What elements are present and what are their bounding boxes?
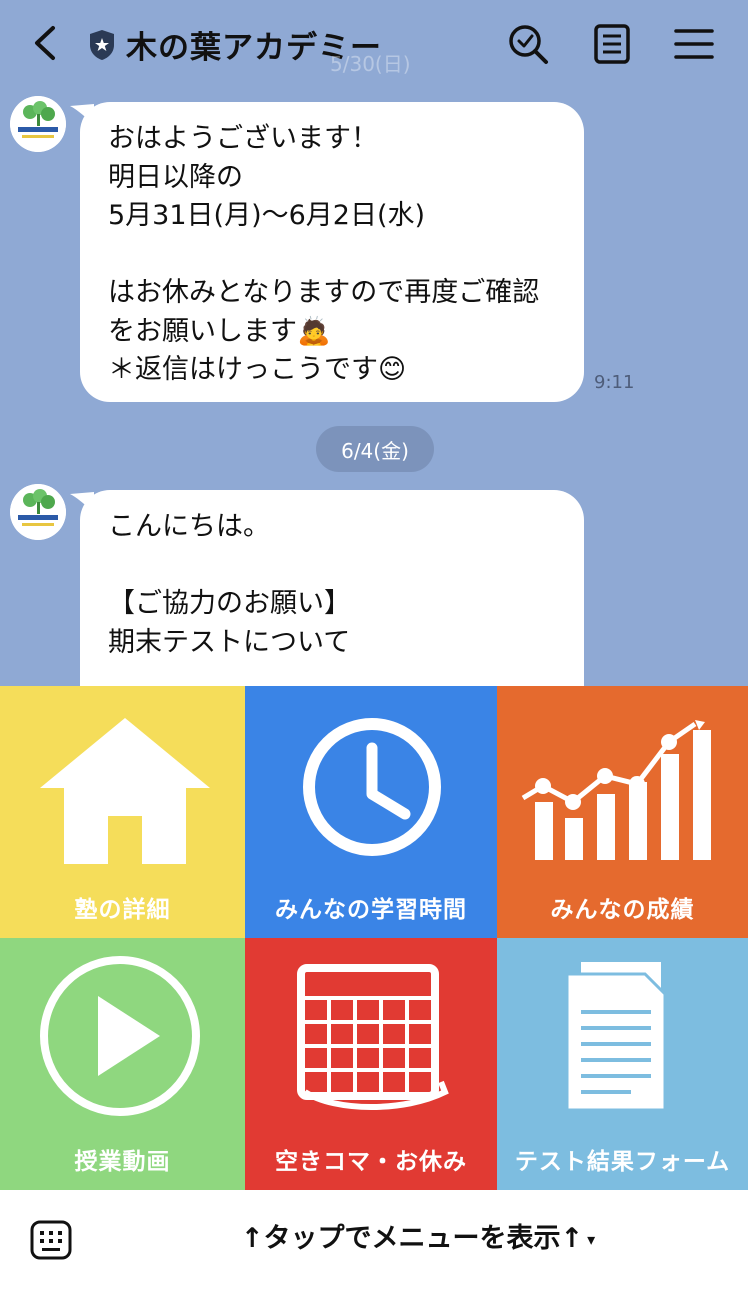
message-time: 9:11	[594, 372, 635, 393]
menu-tile-label: 塾の詳細	[74, 897, 171, 923]
bottom-bar: ↑タップでメニューを表示↑ ▾	[0, 1190, 748, 1292]
menu-tile-test-results-form[interactable]: テスト結果フォーム	[497, 938, 748, 1190]
menu-toggle-label: ↑タップでメニューを表示↑	[240, 1223, 584, 1254]
menu-tile-study-time[interactable]: みんなの学習時間	[245, 686, 497, 938]
chevron-left-icon[interactable]	[26, 20, 66, 66]
rich-menu: 塾の詳細 みんなの学習時間 みんなの成績 授業動画 空きコマ・お休み テスト結果…	[0, 686, 748, 1190]
sender-avatar[interactable]	[10, 484, 66, 540]
document-icon	[565, 962, 667, 1112]
clock-icon	[303, 718, 441, 856]
calendar-icon	[297, 964, 449, 1110]
academy-logo-icon	[10, 484, 66, 540]
menu-tile-open-slots[interactable]: 空きコマ・お休み	[245, 938, 497, 1190]
search-icon[interactable]	[506, 22, 550, 66]
bar-chart-icon	[521, 720, 711, 860]
house-icon	[40, 718, 210, 864]
official-shield-icon	[90, 29, 114, 60]
menu-tile-label: 授業動画	[74, 1149, 171, 1175]
academy-logo-icon	[10, 96, 66, 152]
menu-tile-label: 空きコマ・お休み	[275, 1149, 467, 1175]
hamburger-icon[interactable]	[672, 22, 716, 66]
ghost-date-label: 5/30(日)	[330, 52, 411, 76]
caret-down-icon: ▾	[587, 1230, 596, 1249]
chat-header: 木の葉アカデミー 5/30(日)	[0, 0, 748, 88]
menu-tile-label: みんなの学習時間	[275, 897, 467, 923]
menu-tile-label: みんなの成績	[550, 897, 695, 923]
play-icon	[40, 956, 200, 1116]
sender-avatar[interactable]	[10, 96, 66, 152]
menu-toggle-button[interactable]: ↑タップでメニューを表示↑ ▾	[0, 1216, 748, 1255]
menu-tile-lesson-videos[interactable]: 授業動画	[0, 938, 245, 1190]
menu-tile-school-details[interactable]: 塾の詳細	[0, 686, 245, 938]
menu-tile-label: テスト結果フォーム	[514, 1149, 731, 1175]
notes-icon[interactable]	[590, 22, 634, 66]
message-bubble[interactable]: おはようございます！ 明日以降の 5月31日(月)〜6月2日(水) はお休みとな…	[80, 102, 584, 402]
menu-tile-grades[interactable]: みんなの成績	[497, 686, 748, 938]
date-separator: 6/4(金)	[316, 426, 434, 472]
